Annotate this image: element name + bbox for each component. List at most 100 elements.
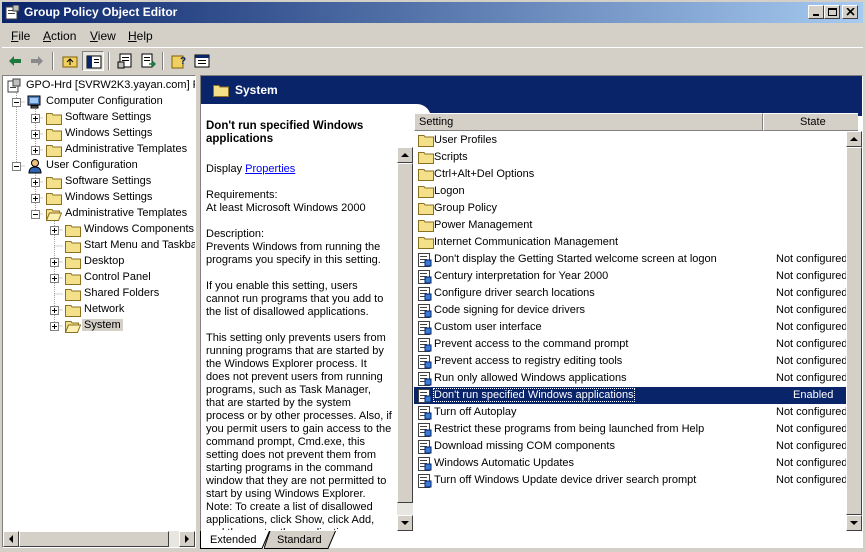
- scroll-thumb[interactable]: [846, 147, 862, 515]
- list-row[interactable]: User Profiles: [414, 132, 858, 149]
- list-row[interactable]: Turn off Windows Update device driver se…: [414, 472, 858, 489]
- menu-action[interactable]: Action: [43, 29, 76, 43]
- policy-setting-icon: [418, 270, 432, 284]
- tree-user-configuration[interactable]: User Configuration: [3, 158, 195, 174]
- setting-name: Run only allowed Windows applications: [434, 372, 627, 384]
- list-row[interactable]: Internet Communication Management: [414, 234, 858, 251]
- policy-setting-icon: [418, 253, 432, 267]
- scroll-down-button[interactable]: [846, 515, 862, 531]
- tree-shared-folders[interactable]: Shared Folders: [3, 286, 195, 302]
- setting-name: Don't display the Getting Started welcom…: [434, 253, 717, 265]
- settings-list[interactable]: Setting State User Profiles Scripts Ctrl+A…: [414, 113, 858, 531]
- scroll-right-button[interactable]: [179, 531, 195, 547]
- list-row[interactable]: Don't display the Getting Started welcom…: [414, 251, 858, 268]
- expand-icon[interactable]: [31, 178, 40, 187]
- menu-file[interactable]: File: [11, 29, 30, 43]
- maximize-button[interactable]: [824, 5, 840, 19]
- expand-icon[interactable]: [50, 258, 59, 267]
- setting-state: Not configured: [776, 457, 848, 469]
- list-row[interactable]: Configure driver search locations Not con…: [414, 285, 858, 302]
- list-row[interactable]: Windows Automatic Updates Not configured: [414, 455, 858, 472]
- properties-link[interactable]: Properties: [245, 163, 295, 175]
- setting-name: Scripts: [434, 151, 468, 163]
- setting-state: Not configured: [776, 474, 848, 486]
- tree-uc-administrative-templates[interactable]: Administrative Templates: [3, 206, 195, 222]
- list-row[interactable]: Prevent access to the command prompt Not …: [414, 336, 858, 353]
- column-header-setting[interactable]: Setting: [414, 113, 763, 131]
- expand-icon[interactable]: [31, 146, 40, 155]
- list-row[interactable]: Century interpretation for Year 2000 Not …: [414, 268, 858, 285]
- back-button[interactable]: [4, 51, 26, 71]
- menu-help[interactable]: Help: [128, 29, 153, 43]
- list-row[interactable]: Prevent access to registry editing tools…: [414, 353, 858, 370]
- list-row[interactable]: Scripts: [414, 149, 858, 166]
- close-button[interactable]: [842, 5, 858, 19]
- list-row[interactable]: Ctrl+Alt+Del Options: [414, 166, 858, 183]
- column-header-state[interactable]: State: [763, 113, 858, 131]
- list-row[interactable]: Power Management: [414, 217, 858, 234]
- expand-icon[interactable]: [50, 274, 59, 283]
- list-row[interactable]: Custom user interface Not configured: [414, 319, 858, 336]
- list-row[interactable]: Turn off Autoplay Not configured: [414, 404, 858, 421]
- tree-cc-software-settings[interactable]: Software Settings: [3, 110, 195, 126]
- help-button[interactable]: ?: [168, 51, 190, 71]
- tab-standard[interactable]: Standard: [264, 531, 336, 549]
- tree-horizontal-scrollbar[interactable]: [3, 531, 195, 547]
- scroll-thumb[interactable]: [397, 163, 413, 503]
- tree-desktop[interactable]: Desktop: [3, 254, 195, 270]
- menu-view[interactable]: View: [90, 29, 116, 43]
- svg-text:?: ?: [180, 56, 186, 67]
- tree-control-panel[interactable]: Control Panel: [3, 270, 195, 286]
- tab-extended[interactable]: Extended: [200, 531, 270, 549]
- up-one-level-button[interactable]: [59, 51, 81, 71]
- collapse-icon[interactable]: [12, 98, 21, 107]
- collapse-icon[interactable]: [31, 210, 40, 219]
- scroll-left-button[interactable]: [3, 531, 19, 547]
- expand-icon[interactable]: [50, 322, 59, 331]
- export-list-button[interactable]: [137, 51, 159, 71]
- tree-computer-configuration[interactable]: Computer Configuration: [3, 94, 195, 110]
- tree-start-menu[interactable]: Start Menu and Taskba: [3, 238, 195, 254]
- scroll-up-button[interactable]: [397, 147, 413, 163]
- scroll-thumb[interactable]: [19, 531, 169, 547]
- list-row[interactable]: Logon: [414, 183, 858, 200]
- expand-icon[interactable]: [31, 114, 40, 123]
- tree-windows-components[interactable]: Windows Components: [3, 222, 195, 238]
- description-scrollbar[interactable]: [397, 147, 413, 531]
- expand-icon[interactable]: [50, 306, 59, 315]
- tree-label: Windows Settings: [65, 127, 153, 139]
- tree-cc-administrative-templates[interactable]: Administrative Templates: [3, 142, 195, 158]
- expand-icon[interactable]: [31, 194, 40, 203]
- list-row[interactable]: Code signing for device drivers Not confi…: [414, 302, 858, 319]
- list-row[interactable]: Restrict these programs from being launc…: [414, 421, 858, 438]
- title-bar[interactable]: Group Policy Object Editor: [2, 2, 863, 23]
- list-row[interactable]: Download missing COM components Not confi…: [414, 438, 858, 455]
- scroll-down-button[interactable]: [397, 515, 413, 531]
- show-hide-description-button[interactable]: [191, 51, 213, 71]
- expand-icon[interactable]: [50, 226, 59, 235]
- list-scrollbar[interactable]: [846, 131, 862, 531]
- list-row-selected[interactable]: Don't run specified Windows applications…: [414, 387, 858, 404]
- expand-icon[interactable]: [31, 130, 40, 139]
- list-row[interactable]: Group Policy: [414, 200, 858, 217]
- list-row[interactable]: Run only allowed Windows applications Not…: [414, 370, 858, 387]
- tree-pane[interactable]: GPO-Hrd [SVRW2K3.yayan.com] P Computer C…: [2, 75, 196, 548]
- tree-network[interactable]: Network: [3, 302, 195, 318]
- tree-root[interactable]: GPO-Hrd [SVRW2K3.yayan.com] P: [6, 78, 195, 94]
- tree-uc-windows-settings[interactable]: Windows Settings: [3, 190, 195, 206]
- folder-icon: [46, 129, 62, 141]
- collapse-icon[interactable]: [12, 162, 21, 171]
- properties-button[interactable]: [114, 51, 136, 71]
- show-hide-tree-button[interactable]: [82, 51, 104, 71]
- minimize-button[interactable]: [808, 5, 824, 19]
- forward-button[interactable]: [26, 51, 48, 71]
- tree-uc-software-settings[interactable]: Software Settings: [3, 174, 195, 190]
- setting-name: Group Policy: [434, 202, 497, 214]
- scroll-up-button[interactable]: [846, 131, 862, 147]
- tree-cc-windows-settings[interactable]: Windows Settings: [3, 126, 195, 142]
- description-para1: Prevents Windows from running the progra…: [206, 241, 381, 266]
- tree-label-selected: System: [82, 319, 123, 331]
- tree-system[interactable]: System: [3, 318, 195, 334]
- setting-state: Not configured: [776, 253, 848, 265]
- folder-icon: [418, 201, 434, 218]
